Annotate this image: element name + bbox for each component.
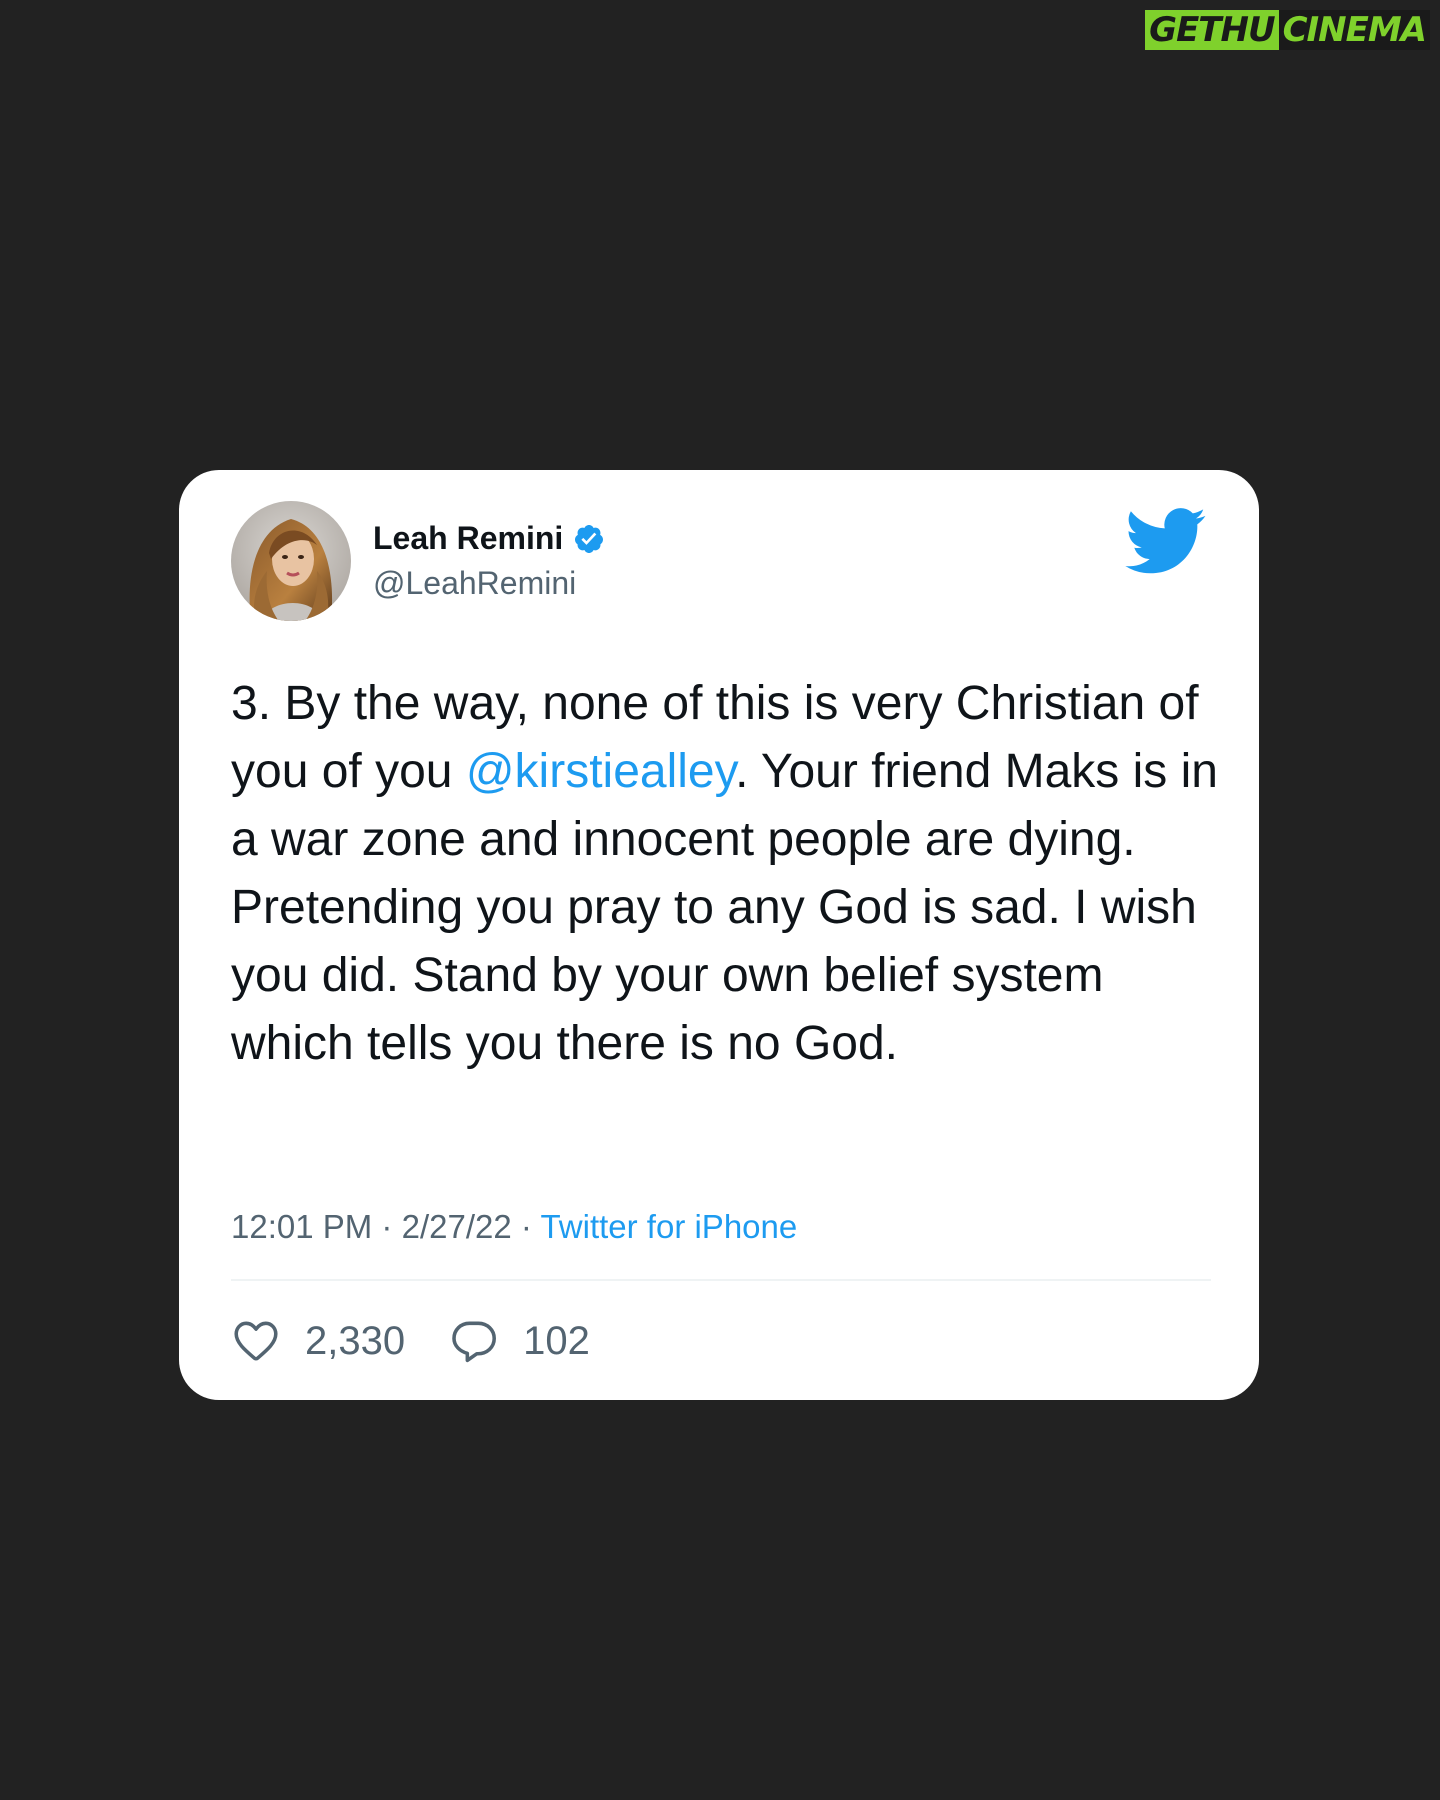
like-button[interactable]: 2,330 [231,1316,405,1366]
mention-link[interactable]: @kirstiealley [466,745,735,798]
watermark-logo: GETHU CINEMA [1139,10,1436,50]
meta-separator: · [381,1208,393,1245]
tweet-text: 3. By the way, none of this is very Chri… [231,670,1221,1078]
reply-button[interactable]: 102 [449,1316,590,1366]
twitter-bird-icon[interactable] [1125,508,1207,576]
tweet-time[interactable]: 12:01 PM [231,1208,372,1245]
tweet-card: Leah Remini @LeahRemini 3. By the way, n… [179,470,1259,1400]
meta-separator: · [520,1208,532,1245]
avatar[interactable] [231,501,351,621]
verified-badge-icon [573,523,605,555]
like-count: 2,330 [305,1318,406,1363]
watermark-text-part2: CINEMA [1278,10,1430,50]
user-handle[interactable]: @LeahRemini [373,565,576,602]
watermark-text-part1: GETHU [1145,10,1279,50]
tweet-source-link[interactable]: Twitter for iPhone [540,1208,797,1245]
speech-bubble-icon [452,1321,497,1363]
tweet-date[interactable]: 2/27/22 [402,1208,512,1245]
divider [231,1279,1211,1281]
heart-icon [234,1321,278,1361]
display-name[interactable]: Leah Remini [373,520,563,557]
tweet-meta: 12:01 PM · 2/27/22 · Twitter for iPhone [231,1208,797,1246]
tweet-actions: 2,330 102 [231,1316,590,1366]
reply-count: 102 [523,1318,590,1363]
author-name-row: Leah Remini [373,520,605,557]
